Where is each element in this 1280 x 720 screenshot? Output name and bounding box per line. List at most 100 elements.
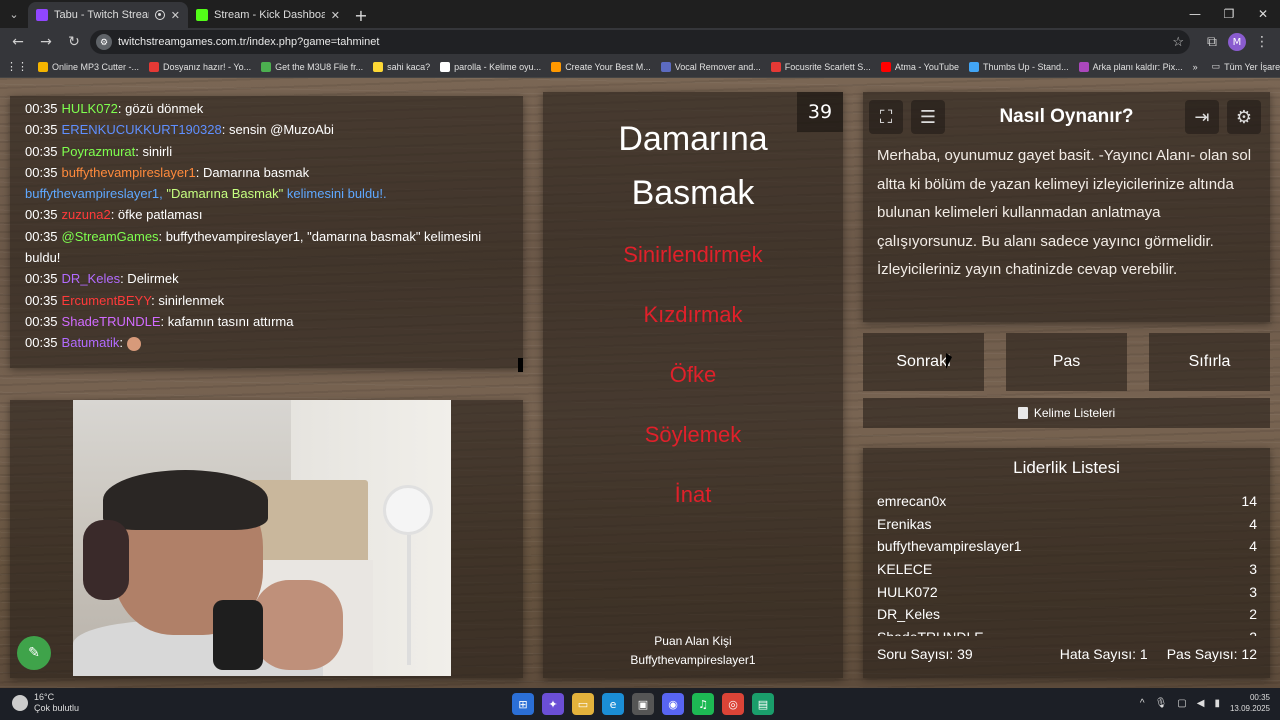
document-icon [1017, 407, 1028, 419]
chat-system-message: buffythevampireslayer1, "Damarına Basmak… [25, 186, 387, 202]
bookmark-item[interactable]: Thumbs Up - Stand... [969, 61, 1069, 72]
spotify-icon[interactable]: ♫ [692, 693, 714, 715]
leaderboard-list[interactable]: emrecan0x 14 Erenikas 4 buffythevampiresla… [877, 490, 1257, 636]
tab-title: Tabu - Twitch Stream Game [54, 9, 149, 21]
next-button[interactable]: Sonraki [863, 333, 984, 391]
file-explorer-icon[interactable]: ▭ [572, 693, 594, 715]
minimize-icon[interactable]: — [1178, 0, 1212, 28]
bookmark-item[interactable]: Vocal Remover and... [660, 61, 761, 72]
microphone-button[interactable]: ✎ [17, 636, 51, 670]
chat-message: 00:35 zuzuna2: öfke patlaması [25, 207, 203, 223]
word-lists-button[interactable]: Kelime Listeleri [863, 398, 1270, 428]
extensions-icon[interactable]: ⧉ [1200, 30, 1224, 54]
reset-button[interactable]: Sıfırla [1149, 333, 1270, 391]
all-bookmarks-folder[interactable]: ▭Tüm Yer İşaretleri [1212, 61, 1280, 72]
chat-message: 00:35 DR_Keles: Delirmek [25, 271, 179, 287]
bookmark-star-icon[interactable]: ☆ [1172, 34, 1184, 50]
bookmark-favicon-icon [261, 61, 272, 72]
site-info-icon[interactable]: ⚙ [96, 34, 112, 50]
network-icon[interactable]: ▢ [1177, 698, 1186, 709]
bookmark-favicon-icon [770, 61, 781, 72]
chat-username: @StreamGames [61, 228, 159, 244]
taboo-word: Söylemek [644, 422, 742, 447]
edge-icon[interactable]: e [602, 693, 624, 715]
app-icon[interactable]: ▤ [752, 693, 774, 715]
system-tray: ^ 🎙 ▢ ◀ ▮ 00:35 13.09.2025 [1140, 692, 1270, 714]
tab-kick[interactable]: Stream - Kick Dashboard ✕ [188, 2, 348, 28]
menu-icon[interactable]: ⋮ [1250, 30, 1274, 54]
gear-icon: ⚙ [1235, 106, 1253, 128]
chat-scrollbar[interactable] [518, 358, 523, 372]
battery-icon[interactable]: ▮ [1214, 698, 1220, 709]
chat-username: ShadeTRUNDLE [61, 313, 161, 329]
bookmark-item[interactable]: Focusrite Scarlett S... [770, 61, 871, 72]
taskbar-apps: ⊞ ✦ ▭ e ▣ ◉ ♫ ◎ ▤ [512, 693, 774, 715]
bookmark-item[interactable]: Create Your Best M... [551, 61, 651, 72]
chat-message: 00:35 Poyrazmurat: sinirli [25, 143, 173, 159]
youtube-icon [880, 61, 891, 72]
windows-start-icon[interactable]: ⊞ [512, 693, 534, 715]
volume-icon[interactable]: ◀ [1197, 698, 1205, 709]
pass-button[interactable]: Pas [1006, 333, 1127, 391]
apps-grid-icon[interactable]: ⋮⋮ [6, 60, 28, 73]
forward-icon[interactable]: → [34, 30, 58, 54]
bookmark-item[interactable]: Arka planı kaldır: Pix... [1078, 61, 1183, 72]
chat-message: 00:35 HULK072: gözü dönmek [25, 101, 204, 116]
address-bar[interactable]: ⚙ twitchstreamgames.com.tr/index.php?gam… [90, 30, 1190, 54]
bookmark-favicon-icon [38, 61, 48, 72]
tab-tabu[interactable]: Tabu - Twitch Stream Game ✕ [28, 2, 188, 28]
twitch-favicon-icon [36, 9, 48, 21]
weather-widget[interactable]: 16°C Çok bulutlu [12, 692, 79, 714]
profile-avatar[interactable]: M [1228, 33, 1246, 51]
bookmark-item[interactable]: Get the M3U8 File fr... [261, 61, 363, 72]
leaderboard-title: Liderlik Listesi [1013, 458, 1120, 477]
chat-username: Batumatik [61, 335, 120, 351]
close-tab-icon[interactable]: ✕ [331, 9, 340, 22]
bookmark-item[interactable]: Atma - YouTube [880, 61, 959, 72]
chat-panel: 00:35 HULK072: gözü dönmek 00:35 ERENKUCUK… [10, 96, 523, 372]
close-window-icon[interactable]: ✕ [1246, 0, 1280, 28]
url-text: twitchstreamgames.com.tr/index.php?game=… [118, 36, 380, 48]
chrome-icon[interactable]: ◎ [722, 693, 744, 715]
chat-username: Poyrazmurat [61, 143, 136, 159]
bookmark-item[interactable]: parolla - Kelime oyu... [440, 61, 541, 72]
stats-footer: Soru Sayısı: 39 Hata Sayısı: 1 Pas Sayıs… [877, 646, 1257, 662]
more-bookmarks-icon[interactable]: » [1193, 62, 1198, 72]
chat-username: ERENKUCUKKURT190328 [61, 122, 222, 138]
exit-icon: ⇥ [1194, 106, 1210, 128]
bookmark-favicon-icon [373, 61, 384, 72]
recording-icon [154, 10, 165, 20]
exit-button[interactable]: ⇥ [1185, 100, 1219, 134]
bookmark-favicon-icon [551, 61, 562, 72]
tray-arrow-icon[interactable]: ^ [1140, 698, 1145, 709]
bookmark-item[interactable]: sahi kaca? [373, 61, 430, 72]
discord-icon[interactable]: ◉ [662, 693, 684, 715]
restore-icon[interactable]: ❐ [1212, 0, 1246, 28]
error-count: Hata Sayısı: 1 [1059, 646, 1148, 662]
tab-title: Stream - Kick Dashboard [214, 9, 325, 21]
new-tab-button[interactable]: + [348, 2, 374, 28]
store-icon[interactable]: ▣ [632, 693, 654, 715]
mic-tray-icon[interactable]: 🎙 [1155, 698, 1168, 709]
close-tab-icon[interactable]: ✕ [171, 9, 180, 22]
how-to-play-text: Merhaba, oyunumuz gayet basit. -Yayıncı … [877, 147, 1252, 278]
microphone-icon: ✎ [28, 645, 40, 661]
copilot-icon[interactable]: ✦ [542, 693, 564, 715]
scorer-info: Puan Alan Kişi Buffythevampireslayer1 [630, 634, 756, 667]
pass-count: Pas Sayısı: 12 [1166, 646, 1257, 662]
chat-username: DR_Keles [61, 271, 121, 287]
settings-button[interactable]: ⚙ [1227, 100, 1261, 134]
bookmark-favicon-icon [969, 61, 980, 72]
tab-search-icon[interactable]: ⌄ [0, 0, 28, 28]
browser-tab-bar: ⌄ Tabu - Twitch Stream Game ✕ Stream - K… [0, 0, 1280, 28]
leaderboard-row: buffythevampireslayer1 4 [877, 538, 1257, 555]
clock[interactable]: 00:35 13.09.2025 [1230, 692, 1270, 714]
main-word: Damarına Basmak [618, 120, 768, 212]
leaderboard-row: HULK072 3 [877, 583, 1257, 600]
bookmark-item[interactable]: Dosyanız hazır! - Yo... [149, 61, 251, 72]
webcam-video [73, 400, 451, 676]
folder-icon: ▭ [1211, 61, 1221, 71]
bookmark-item[interactable]: Online MP3 Cutter -... [38, 61, 139, 72]
reload-icon[interactable]: ↻ [62, 30, 86, 54]
back-icon[interactable]: ← [6, 30, 30, 54]
